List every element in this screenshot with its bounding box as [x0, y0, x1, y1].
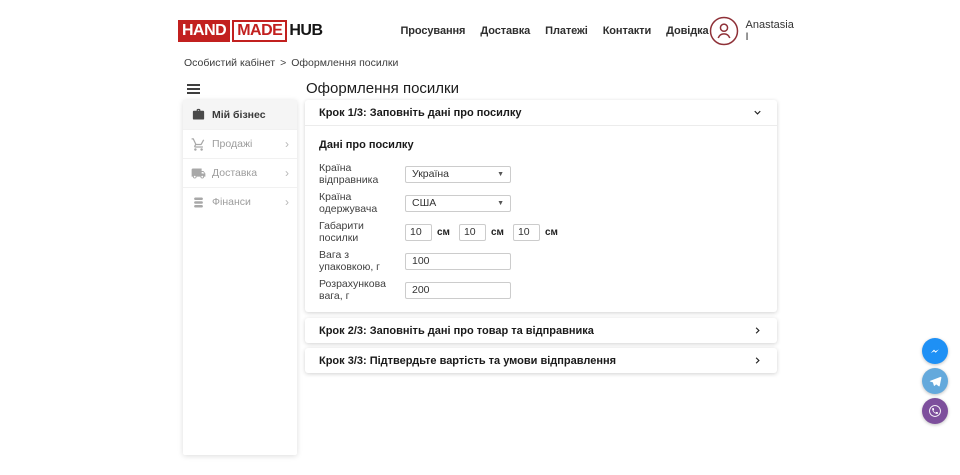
sender-country-row: Країна відправника Україна ▼ — [319, 162, 763, 186]
nav-item-payments[interactable]: Платежі — [545, 25, 588, 37]
breadcrumb-separator: > — [280, 57, 286, 69]
nav-item-promotion[interactable]: Просування — [401, 25, 466, 37]
chevron-right-icon: › — [285, 138, 289, 150]
estimated-weight-input[interactable] — [405, 282, 511, 299]
packed-weight-row: Вага з упаковкою, г — [319, 249, 763, 273]
sidebar: Мій бізнес Продажі › Доставка › Фінанси … — [183, 100, 297, 455]
user-name: Anastasia I — [746, 19, 794, 43]
estimated-weight-label: Розрахункова вага, г — [319, 278, 405, 302]
coins-icon — [191, 195, 206, 210]
sidebar-item-delivery[interactable]: Доставка › — [183, 158, 297, 187]
main-nav: Просування Доставка Платежі Контакти Дов… — [401, 25, 709, 37]
top-header: HAND MADE HUB Просування Доставка Платеж… — [178, 0, 790, 62]
recipient-country-row: Країна одержувача США ▼ — [319, 191, 763, 215]
sender-country-label: Країна відправника — [319, 162, 405, 186]
messenger-button[interactable] — [922, 338, 948, 364]
breadcrumb-home[interactable]: Особистий кабінет — [184, 57, 275, 69]
packed-weight-label: Вага з упаковкою, г — [319, 249, 405, 273]
dimension-unit: см — [437, 227, 450, 238]
dimension-height-input[interactable] — [513, 224, 540, 241]
step-3-header[interactable]: Крок 3/3: Підтвердьте вартість та умови … — [305, 348, 777, 373]
cart-icon — [191, 137, 206, 152]
step-3-title: Крок 3/3: Підтвердьте вартість та умови … — [319, 355, 616, 367]
dimensions-row: Габарити посилки см см см — [319, 220, 763, 244]
chevron-right-icon: › — [285, 167, 289, 179]
sidebar-item-label: Фінанси — [212, 196, 251, 208]
step-2-title: Крок 2/3: Заповніть дані про товар та ві… — [319, 325, 594, 337]
menu-toggle-icon[interactable] — [187, 84, 200, 96]
sidebar-item-sales[interactable]: Продажі › — [183, 129, 297, 158]
step-1-card: Крок 1/3: Заповніть дані про посилку Дан… — [305, 100, 777, 312]
form-heading: Дані про посилку — [319, 139, 763, 151]
step-3-card: Крок 3/3: Підтвердьте вартість та умови … — [305, 348, 777, 373]
logo[interactable]: HAND MADE HUB — [178, 20, 323, 42]
chevron-right-icon — [752, 325, 763, 336]
nav-item-contacts[interactable]: Контакти — [603, 25, 651, 37]
user-menu[interactable]: Anastasia I — [709, 16, 794, 46]
sidebar-item-label: Доставка — [212, 167, 257, 179]
floating-social-buttons — [922, 338, 948, 424]
estimated-weight-row: Розрахункова вага, г — [319, 278, 763, 302]
breadcrumb-current: Оформлення посилки — [291, 57, 398, 69]
logo-hand: HAND — [178, 20, 230, 42]
select-arrow-icon: ▼ — [497, 171, 504, 178]
sender-country-select[interactable]: Україна ▼ — [405, 166, 511, 183]
telegram-icon — [928, 374, 943, 389]
messenger-icon — [927, 343, 943, 359]
breadcrumb: Особистий кабінет > Оформлення посилки — [184, 57, 398, 69]
recipient-country-select[interactable]: США ▼ — [405, 195, 511, 212]
sender-country-value: Україна — [412, 168, 449, 180]
nav-item-help[interactable]: Довідка — [666, 25, 708, 37]
step-2-header[interactable]: Крок 2/3: Заповніть дані про товар та ві… — [305, 318, 777, 343]
logo-hub: HUB — [289, 22, 322, 40]
telegram-button[interactable] — [922, 368, 948, 394]
page: HAND MADE HUB Просування Доставка Платеж… — [0, 0, 960, 475]
chevron-down-icon — [752, 107, 763, 118]
user-avatar-icon — [709, 16, 739, 46]
dimension-length-input[interactable] — [405, 224, 432, 241]
dimension-unit: см — [491, 227, 504, 238]
chevron-right-icon — [752, 355, 763, 366]
step-2-card: Крок 2/3: Заповніть дані про товар та ві… — [305, 318, 777, 343]
dimension-unit: см — [545, 227, 558, 238]
sidebar-item-label: Мій бізнес — [212, 109, 266, 121]
viber-button[interactable] — [922, 398, 948, 424]
logo-made: MADE — [232, 20, 287, 42]
page-title: Оформлення посилки — [306, 80, 459, 97]
sidebar-item-my-business[interactable]: Мій бізнес — [183, 100, 297, 129]
chevron-right-icon: › — [285, 196, 289, 208]
dimension-width-input[interactable] — [459, 224, 486, 241]
packed-weight-input[interactable] — [405, 253, 511, 270]
briefcase-icon — [191, 107, 206, 122]
recipient-country-value: США — [412, 197, 436, 209]
step-1-title: Крок 1/3: Заповніть дані про посилку — [319, 107, 521, 119]
parcel-form: Дані про посилку Країна відправника Укра… — [305, 126, 777, 312]
recipient-country-label: Країна одержувача — [319, 191, 405, 215]
truck-icon — [191, 166, 206, 181]
sidebar-item-finance[interactable]: Фінанси › — [183, 187, 297, 216]
dimensions-label: Габарити посилки — [319, 220, 405, 244]
step-1-header[interactable]: Крок 1/3: Заповніть дані про посилку — [305, 100, 777, 126]
sidebar-item-label: Продажі — [212, 138, 252, 150]
viber-phone-icon — [927, 403, 943, 419]
nav-item-delivery[interactable]: Доставка — [480, 25, 530, 37]
select-arrow-icon: ▼ — [497, 200, 504, 207]
